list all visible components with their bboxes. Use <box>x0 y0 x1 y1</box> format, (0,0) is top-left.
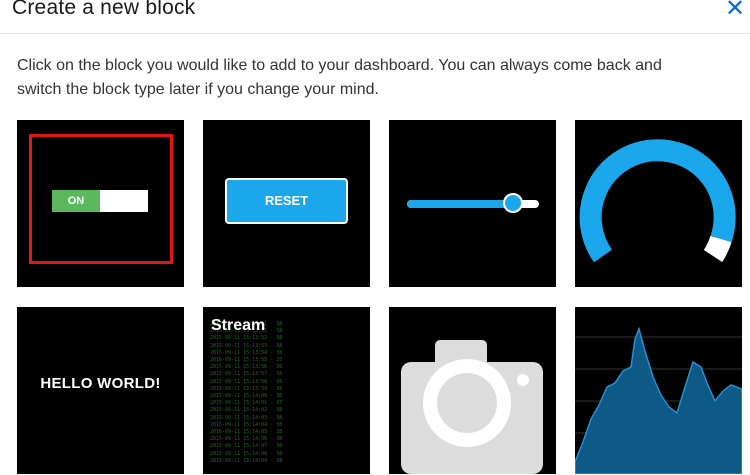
dialog-title: Create a new block <box>12 0 196 19</box>
block-momentary-button[interactable]: RESET <box>203 120 370 287</box>
dialog-header: Create a new block ✕ <box>0 0 750 34</box>
intro-line-1: Click on the block you would like to add… <box>17 57 662 74</box>
toggle-on-label: ON <box>52 190 100 212</box>
close-icon[interactable]: ✕ <box>724 0 746 24</box>
stream-title: Stream <box>211 317 266 334</box>
intro-line-2: switch the block type later if you chang… <box>17 81 379 98</box>
camera-icon <box>401 340 543 474</box>
dialog-intro: Click on the block you would like to add… <box>17 54 742 102</box>
block-stream[interactable]: 2015-09-11 15:13:51 - 38 2015-09-11 15:1… <box>203 307 370 474</box>
block-image[interactable] <box>389 307 556 474</box>
text-preview: HELLO WORLD! <box>40 375 161 392</box>
line-chart-icon <box>575 326 742 474</box>
toggle-off-half <box>100 190 148 212</box>
block-line-chart[interactable] <box>575 307 742 474</box>
block-gauge[interactable] <box>575 120 742 287</box>
reset-button-preview: RESET <box>225 178 348 224</box>
gauge-icon <box>579 139 736 263</box>
slider-fill <box>407 200 516 208</box>
toggle-switch-preview: ON <box>52 190 148 212</box>
block-slider[interactable] <box>389 120 556 287</box>
stream-log-lines: 2015-09-11 15:13:51 - 38 2015-09-11 15:1… <box>210 321 283 464</box>
slider-knob <box>503 193 523 213</box>
block-text[interactable]: HELLO WORLD! <box>17 307 184 474</box>
